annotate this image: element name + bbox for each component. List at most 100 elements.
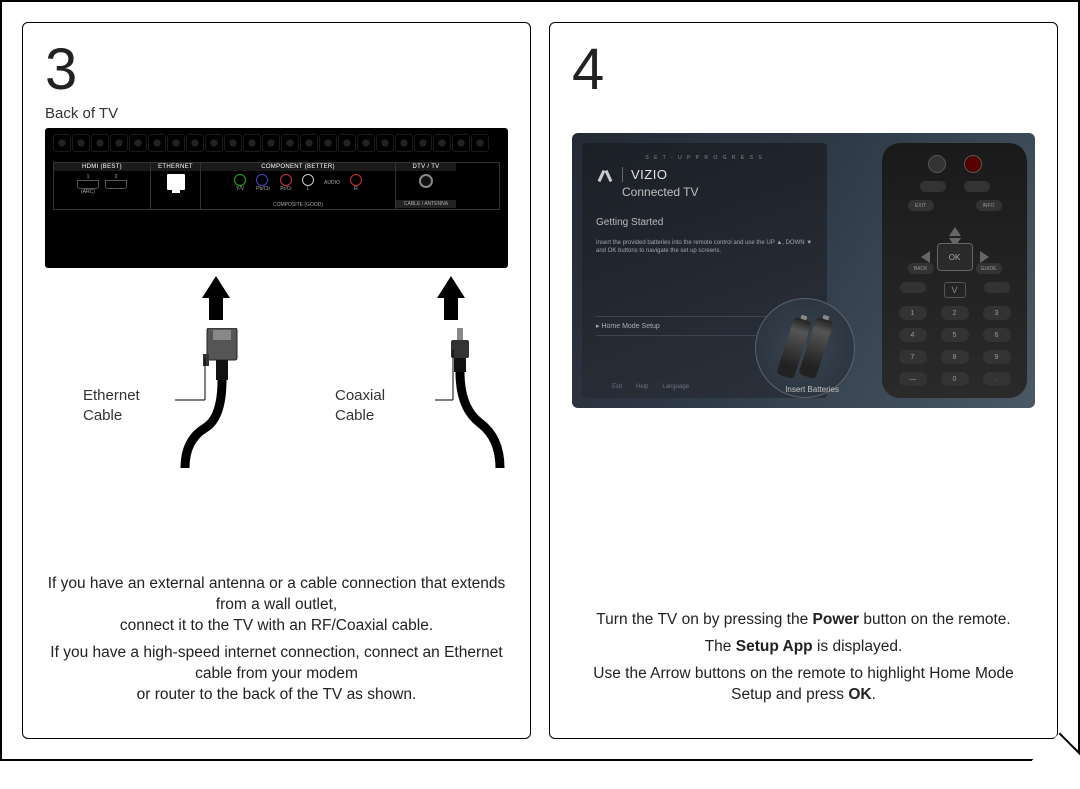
step-4-p3: Use the Arrow buttons on the remote to h… <box>572 664 1035 706</box>
ethernet-label: ETHERNET <box>151 163 200 171</box>
key-5: 5 <box>941 328 969 342</box>
tab-exit: Exit <box>612 384 622 390</box>
yv-label: Y/V <box>234 186 246 192</box>
ethernet-port <box>167 174 185 190</box>
audio-r-label: R <box>350 186 362 192</box>
remote-back-button: BACK <box>908 263 934 274</box>
connected-tv-label: Connected TV <box>622 185 813 199</box>
step-number: 3 <box>45 41 508 99</box>
remote-v-button: V <box>944 282 966 298</box>
port-bar: HDMI (BEST) 1 (ARC) 2 <box>53 162 500 210</box>
rca-pr-port <box>280 174 292 186</box>
dtv-label: DTV / TV <box>396 163 456 171</box>
manual-page: 3 Back of TV HDMI (BEST) 1 <box>0 0 1080 761</box>
panels-container: 3 Back of TV HDMI (BEST) 1 <box>2 2 1078 759</box>
dpad-right-icon <box>980 251 989 263</box>
ethernet-cable-label: Ethernet Cable <box>83 386 140 425</box>
component-label: COMPONENT (BETTER) <box>201 163 395 171</box>
remote-btn <box>920 181 946 192</box>
key-6: 6 <box>983 328 1011 342</box>
dpad-left-icon <box>921 251 930 263</box>
p1a: Turn the TV on by pressing the <box>596 611 812 628</box>
setup-progress-label: S E T - U P P R O G R E S S <box>596 155 813 161</box>
step-3-p1: If you have an external antenna or a cab… <box>45 574 508 637</box>
composite-sublabel: COMPOSITE (GOOD) <box>201 202 395 208</box>
remote-keypad: 1 2 3 4 5 6 7 8 9 — 0 . <box>899 306 1011 386</box>
ethernet-cable-icon <box>175 328 275 468</box>
remote-illustration: EXIT INFO OK BACK GUIDE <box>882 143 1027 398</box>
audio-label: AUDIO <box>324 180 340 186</box>
component-group: COMPONENT (BETTER) Y/V Pb/Cb Pr/Cr L .AU… <box>201 163 396 209</box>
step-number: 4 <box>572 41 1035 99</box>
coaxial-cable-icon <box>435 328 515 468</box>
setup-photo: S E T - U P P R O G R E S S VIZIO Connec… <box>572 133 1035 408</box>
key-2: 2 <box>941 306 969 320</box>
arrow-coax-icon <box>437 276 465 298</box>
rca-audio-l-port <box>302 174 314 186</box>
key-9: 9 <box>983 350 1011 364</box>
getting-started-label: Getting Started <box>596 217 813 228</box>
key-1: 1 <box>899 306 927 320</box>
rca-y-port <box>234 174 246 186</box>
coaxial-cable-label: Coaxial Cable <box>335 386 385 425</box>
key-dot: . <box>983 372 1011 386</box>
remote-power-button <box>964 155 982 173</box>
p2c: is displayed. <box>813 638 903 655</box>
hdmi-label: HDMI (BEST) <box>54 163 150 171</box>
cable-labels-row: Ethernet Cable Coaxial Cable <box>45 328 508 468</box>
audio-l-label: L <box>302 186 314 192</box>
step-4-panel: 4 S E T - U P P R O G R E S S VIZIO Conn… <box>549 22 1058 739</box>
key-dash: — <box>899 372 927 386</box>
arrows-row <box>45 268 508 328</box>
arrow-ethernet-stem <box>209 296 223 320</box>
remote-btn <box>900 282 926 293</box>
remote-dpad: OK <box>915 223 995 251</box>
p1b: Power <box>813 611 860 628</box>
hdmi-group: HDMI (BEST) 1 (ARC) 2 <box>54 163 151 209</box>
tv-vents <box>53 134 500 156</box>
key-0: 0 <box>941 372 969 386</box>
pbcb-label: Pb/Cb <box>256 186 270 192</box>
key-8: 8 <box>941 350 969 364</box>
key-3: 3 <box>983 306 1011 320</box>
remote-input-button <box>928 155 946 173</box>
dpad-up-icon <box>949 227 961 236</box>
p1c: button on the remote. <box>859 611 1011 628</box>
vizio-brand: VIZIO <box>631 167 667 182</box>
hdmi-port-2 <box>105 180 127 189</box>
ethernet-group: ETHERNET <box>151 163 201 209</box>
vizio-logo-icon <box>596 168 614 182</box>
p2b: Setup App <box>736 638 813 655</box>
arrow-coax-stem <box>444 296 458 320</box>
arrow-ethernet-icon <box>202 276 230 298</box>
onscreen-instructions: Insert the provided batteries into the r… <box>596 240 813 256</box>
p3b: OK <box>848 686 871 703</box>
remote-exit-button: EXIT <box>908 200 934 211</box>
p3a: Use the Arrow buttons on the remote to h… <box>593 665 1013 703</box>
tv-back-illustration: HDMI (BEST) 1 (ARC) 2 <box>45 128 508 268</box>
key-7: 7 <box>899 350 927 364</box>
back-of-tv-label: Back of TV <box>45 105 508 122</box>
coax-port <box>419 174 433 188</box>
step-4-p2: The Setup App is displayed. <box>572 637 1035 658</box>
batteries-inset <box>755 298 855 398</box>
prcr-label: Pr/Cr <box>280 186 292 192</box>
p3c: . <box>872 686 876 703</box>
insert-batteries-label: Insert Batteries <box>785 385 839 394</box>
hdmi-arc-label: (ARC) <box>77 189 99 195</box>
step-3-p2: If you have a high-speed internet connec… <box>45 643 508 706</box>
key-4: 4 <box>899 328 927 342</box>
remote-menu-button: INFO <box>976 200 1002 211</box>
step-4-p1: Turn the TV on by pressing the Power but… <box>572 610 1035 631</box>
remote-btn <box>964 181 990 192</box>
remote-ok-button: OK <box>937 243 973 271</box>
tab-language: Language <box>662 384 689 390</box>
step-4-body: Turn the TV on by pressing the Power but… <box>572 610 1035 720</box>
cable-antenna-label: CABLE / ANTENNA <box>396 200 456 208</box>
step-3-panel: 3 Back of TV HDMI (BEST) 1 <box>22 22 531 739</box>
hdmi-port-1 <box>77 180 99 189</box>
step-3-body: If you have an external antenna or a cab… <box>45 574 508 720</box>
tab-help: Help <box>636 384 648 390</box>
remote-guide-button: GUIDE <box>976 263 1002 274</box>
onscreen-bottom-tabs: Exit Help Language <box>612 384 689 390</box>
